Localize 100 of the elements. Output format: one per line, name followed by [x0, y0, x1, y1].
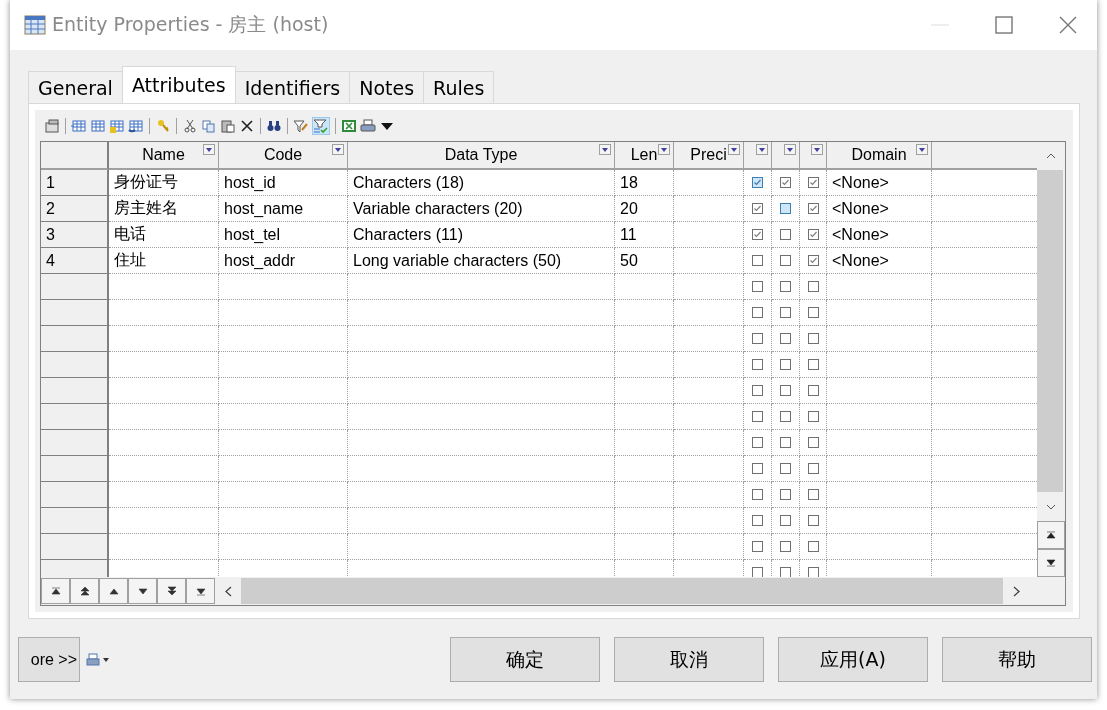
checkbox[interactable]	[807, 515, 819, 526]
checkbox[interactable]	[752, 385, 763, 396]
checkbox[interactable]	[780, 437, 791, 448]
row-number[interactable]: 4	[41, 248, 109, 274]
checkbox[interactable]	[807, 541, 819, 552]
checkbox[interactable]	[752, 177, 763, 188]
copy-icon[interactable]	[201, 118, 217, 134]
checkbox[interactable]	[807, 255, 819, 266]
checkbox[interactable]	[780, 541, 791, 552]
checkbox[interactable]	[807, 307, 819, 318]
checkbox[interactable]	[752, 541, 763, 552]
checkbox[interactable]	[807, 385, 819, 396]
checkbox[interactable]	[780, 255, 791, 266]
filter-toggle[interactable]	[312, 117, 330, 135]
maximize-icon[interactable]	[995, 16, 1013, 34]
checkbox[interactable]	[807, 463, 819, 474]
scroll-top-button[interactable]	[1037, 521, 1065, 549]
checkbox[interactable]	[780, 359, 791, 370]
row-number[interactable]	[41, 508, 109, 534]
checkbox[interactable]	[752, 437, 763, 448]
row-number[interactable]	[41, 352, 109, 378]
column-header[interactable]: Code	[219, 142, 348, 170]
checkbox[interactable]	[780, 411, 791, 422]
key-icon[interactable]	[155, 118, 171, 134]
column-header[interactable]: Domain	[827, 142, 932, 170]
checkbox[interactable]	[780, 281, 791, 292]
checkbox[interactable]	[752, 333, 763, 344]
row-number[interactable]: 1	[41, 170, 109, 196]
dropdown-icon[interactable]	[916, 144, 928, 155]
row-number[interactable]	[41, 300, 109, 326]
dropdown-icon[interactable]	[784, 144, 796, 155]
column-header[interactable]: Len	[615, 142, 674, 170]
navigation-button[interactable]	[99, 578, 128, 604]
checkbox[interactable]	[807, 489, 819, 500]
close-icon[interactable]	[1059, 16, 1077, 34]
dropdown-icon[interactable]	[203, 144, 215, 155]
navigation-button[interactable]	[70, 578, 99, 604]
row-number[interactable]	[41, 456, 109, 482]
caret-icon[interactable]	[103, 657, 109, 662]
checkbox[interactable]	[807, 203, 819, 214]
checkbox[interactable]	[807, 229, 819, 240]
checkbox[interactable]	[780, 203, 791, 214]
insert-row-icon[interactable]	[71, 118, 87, 134]
column-header[interactable]: Name	[109, 142, 219, 170]
checkbox[interactable]	[807, 333, 819, 344]
checkbox[interactable]	[752, 359, 763, 370]
navigation-button[interactable]	[186, 578, 215, 604]
print-icon[interactable]	[86, 652, 100, 667]
checkbox[interactable]	[752, 203, 763, 214]
checkbox[interactable]	[752, 281, 763, 292]
navigation-button[interactable]	[41, 578, 70, 604]
checkbox[interactable]	[780, 385, 791, 396]
column-header[interactable]: Preci	[674, 142, 744, 170]
navigation-button[interactable]	[157, 578, 186, 604]
checkbox[interactable]	[807, 437, 819, 448]
checkbox[interactable]	[780, 333, 791, 344]
dropdown-icon[interactable]	[599, 144, 611, 155]
checkbox[interactable]	[752, 489, 763, 500]
excel-icon[interactable]	[341, 118, 357, 134]
reuse-columns-icon[interactable]	[128, 118, 144, 134]
filter-icon[interactable]	[293, 118, 309, 134]
print-icon[interactable]	[360, 118, 376, 134]
checkbox[interactable]	[752, 463, 763, 474]
scrollbar-thumb[interactable]	[1037, 170, 1063, 492]
row-number[interactable]	[41, 534, 109, 560]
checkbox[interactable]	[807, 411, 819, 422]
dialog-button[interactable]: 应用(A)	[778, 637, 928, 682]
tab[interactable]: General	[28, 71, 123, 103]
properties-icon[interactable]	[44, 118, 60, 134]
checkbox[interactable]	[780, 515, 791, 526]
checkbox[interactable]	[752, 255, 763, 266]
delete-icon[interactable]	[239, 118, 255, 134]
paste-icon[interactable]	[220, 118, 236, 134]
dropdown-icon[interactable]	[756, 144, 768, 155]
find-icon[interactable]	[266, 118, 282, 134]
checkbox[interactable]	[780, 229, 791, 240]
tab[interactable]: Attributes	[121, 66, 236, 103]
dropdown-icon[interactable]	[728, 144, 740, 155]
dropdown-icon[interactable]	[332, 144, 344, 155]
cut-icon[interactable]	[182, 118, 198, 134]
checkbox[interactable]	[752, 229, 763, 240]
dialog-button[interactable]: 确定	[450, 637, 600, 682]
checkbox[interactable]	[752, 515, 763, 526]
more-button[interactable]: ore >>	[18, 637, 80, 682]
dialog-button[interactable]: 取消	[614, 637, 764, 682]
row-number[interactable]	[41, 482, 109, 508]
checkbox[interactable]	[780, 463, 791, 474]
row-number[interactable]	[41, 378, 109, 404]
row-number[interactable]: 3	[41, 222, 109, 248]
checkbox[interactable]	[752, 307, 763, 318]
column-header[interactable]: Data Type	[348, 142, 615, 170]
tab[interactable]: Rules	[423, 71, 495, 103]
scroll-bottom-button[interactable]	[1037, 549, 1065, 577]
dropdown-icon[interactable]	[811, 144, 823, 155]
checkbox[interactable]	[752, 411, 763, 422]
dropdown-icon[interactable]	[658, 144, 670, 155]
row-number[interactable]	[41, 326, 109, 352]
add-columns-icon[interactable]	[109, 118, 125, 134]
checkbox[interactable]	[780, 489, 791, 500]
add-row-icon[interactable]	[90, 118, 106, 134]
